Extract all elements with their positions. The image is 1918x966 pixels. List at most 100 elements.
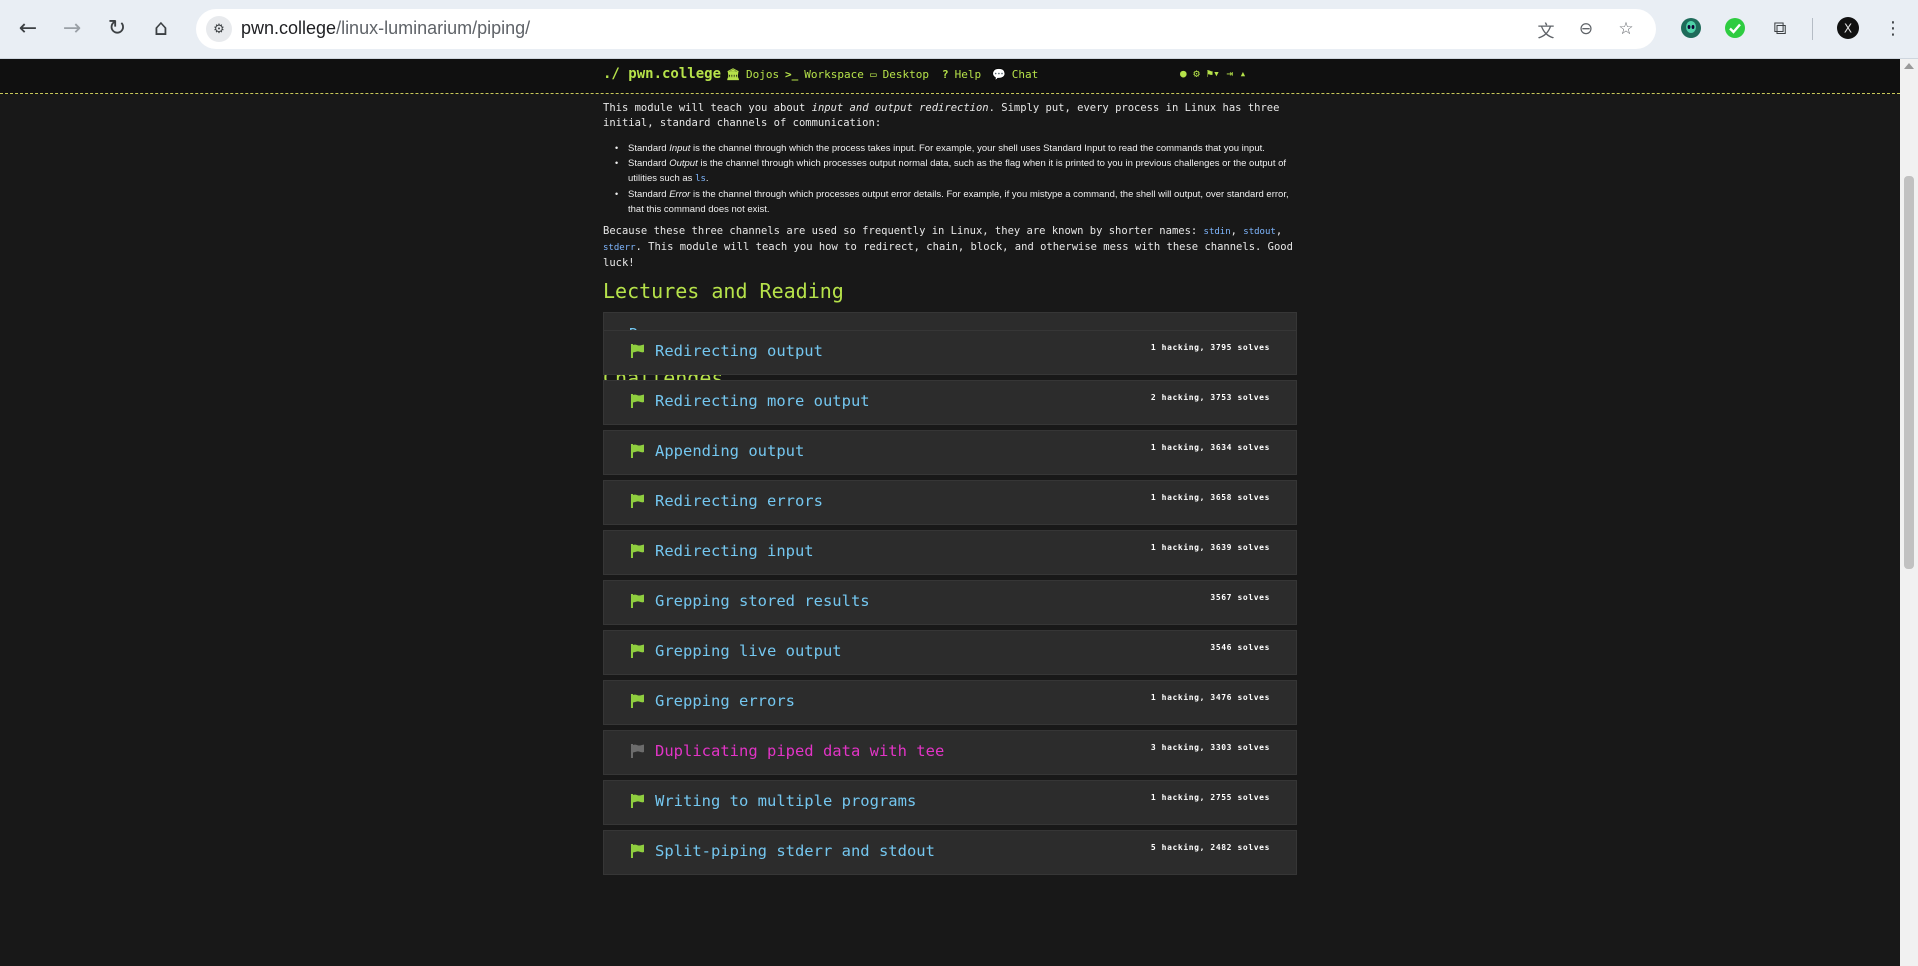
flag-icon	[631, 394, 644, 408]
list-text: is the channel through which processes o…	[628, 158, 1287, 184]
site-navbar: ./ pwn.college 🏛 Dojos >_ Workspace ▭ Deskt…	[0, 59, 1900, 94]
translate-icon[interactable]: 文	[1534, 17, 1558, 42]
help-icon: ?	[942, 68, 949, 81]
flag-icon	[631, 794, 644, 808]
flag-icon	[631, 844, 644, 858]
extension-alien-icon[interactable]	[1676, 13, 1706, 43]
list-text: Standard	[628, 158, 670, 169]
profile-avatar[interactable]: X	[1833, 13, 1863, 43]
list-emphasis: Error	[669, 189, 691, 200]
flag-icon	[631, 544, 644, 558]
separator: ,	[1275, 225, 1283, 237]
flag-icon	[631, 444, 644, 458]
extension-check-icon[interactable]	[1720, 13, 1750, 43]
nav-user-icons[interactable]: ● ⚙ ⚑▾ ⇥ ▴	[1180, 67, 1246, 80]
nav-desktop[interactable]: ▭ Desktop	[870, 68, 929, 81]
forward-icon[interactable]: →	[56, 12, 88, 44]
challenge-stats: 3546 solves	[1210, 643, 1270, 652]
inline-code: stdout	[1243, 227, 1276, 237]
nav-workspace-label: Workspace	[804, 68, 864, 81]
challenge-item[interactable]: Redirecting errors 1 hacking, 3658 solves	[603, 480, 1297, 525]
url-domain: pwn.college	[241, 18, 337, 38]
browser-toolbar: ← → ↻ ⌂ ⚙ pwn.college/linux-luminarium/p…	[0, 0, 1918, 59]
challenge-item[interactable]: Appending output 1 hacking, 3634 solves	[603, 430, 1297, 475]
challenge-item[interactable]: Grepping errors 1 hacking, 3476 solves	[603, 680, 1297, 725]
flag-icon	[631, 344, 644, 358]
challenge-title[interactable]: Duplicating piped data with tee	[655, 742, 944, 760]
list-text: .	[705, 173, 709, 184]
paragraph-text: Because these three channels are used so…	[603, 225, 1204, 237]
nav-dojos[interactable]: 🏛 Dojos	[726, 68, 779, 81]
challenge-title[interactable]: Split-piping stderr and stdout	[655, 842, 935, 860]
list-item: Standard Output is the channel through w…	[603, 156, 1293, 187]
challenge-stats: 5 hacking, 2482 solves	[1150, 843, 1270, 852]
challenge-title[interactable]: Grepping errors	[655, 692, 795, 710]
challenge-stats: 1 hacking, 3634 solves	[1150, 443, 1270, 452]
challenge-item[interactable]: Split-piping stderr and stdout 5 hacking,…	[603, 830, 1297, 875]
scrollbar[interactable]	[1900, 59, 1918, 966]
challenge-item[interactable]: Redirecting input 1 hacking, 3639 solves	[603, 530, 1297, 575]
challenge-item[interactable]: Redirecting output 1 hacking, 3795 solves	[603, 330, 1297, 375]
site-logo[interactable]: ./ pwn.college	[603, 66, 721, 82]
nav-workspace[interactable]: >_ Workspace	[785, 68, 864, 81]
menu-kebab-icon[interactable]: ⋮	[1878, 13, 1908, 43]
nav-chat[interactable]: 💬 Chat	[992, 68, 1038, 81]
svg-text:X: X	[1844, 22, 1852, 36]
challenge-stats: 1 hacking, 3795 solves	[1150, 343, 1270, 352]
challenge-item[interactable]: Grepping stored results 3567 solves	[603, 580, 1297, 625]
challenge-title[interactable]: Redirecting errors	[655, 492, 823, 510]
bookmark-star-icon[interactable]: ☆	[1614, 17, 1638, 41]
back-icon[interactable]: ←	[12, 12, 44, 44]
url-text[interactable]: pwn.college/linux-luminarium/piping/	[241, 18, 530, 39]
challenge-title[interactable]: Redirecting more output	[655, 392, 870, 410]
paragraph-text: . This module will teach you how to redi…	[603, 241, 1293, 269]
challenge-item[interactable]: Writing to multiple programs 1 hacking, 2…	[603, 780, 1297, 825]
challenge-title[interactable]: Appending output	[655, 442, 804, 460]
challenge-title[interactable]: Redirecting input	[655, 542, 814, 560]
home-icon[interactable]: ⌂	[145, 12, 177, 44]
challenge-item[interactable]: Duplicating piped data with tee 3 hacking…	[603, 730, 1297, 775]
flag-icon	[631, 644, 644, 658]
flag-icon	[631, 494, 644, 508]
challenge-item[interactable]: Redirecting more output 2 hacking, 3753 s…	[603, 380, 1297, 425]
list-emphasis: Output	[669, 158, 698, 169]
challenge-stats: 1 hacking, 3639 solves	[1150, 543, 1270, 552]
challenge-item[interactable]: Grepping live output 3546 solves	[603, 630, 1297, 675]
page-content: ./ pwn.college 🏛 Dojos >_ Workspace ▭ Deskt…	[0, 59, 1900, 966]
inline-code: stderr	[603, 243, 636, 253]
url-path: /linux-luminarium/piping/	[336, 18, 531, 38]
challenge-title[interactable]: Grepping live output	[655, 642, 842, 660]
scroll-up-arrow[interactable]	[1904, 63, 1914, 69]
scroll-thumb[interactable]	[1904, 176, 1914, 569]
desktop-icon: ▭	[870, 68, 877, 81]
challenge-stats: 2 hacking, 3753 solves	[1150, 393, 1270, 402]
nav-desktop-label: Desktop	[882, 68, 929, 81]
flag-icon	[631, 744, 644, 758]
challenge-title[interactable]: Redirecting output	[655, 342, 823, 360]
dojo-icon: 🏛	[726, 68, 740, 81]
challenge-title[interactable]: Grepping stored results	[655, 592, 870, 610]
list-text: Standard	[628, 189, 670, 200]
toolbar-divider	[1812, 18, 1813, 40]
lectures-heading: Lectures and Reading	[603, 279, 844, 303]
address-bar[interactable]: ⚙ pwn.college/linux-luminarium/piping/ 文…	[196, 9, 1656, 49]
channel-list: Standard Input is the channel through wh…	[603, 141, 1293, 217]
chat-icon: 💬	[992, 68, 1006, 81]
reload-icon[interactable]: ↻	[101, 12, 133, 44]
extensions-puzzle-icon[interactable]: ⧉	[1765, 13, 1795, 43]
intro-emphasis: input and output redirection	[811, 102, 989, 114]
module-description: This module will teach you about input a…	[603, 101, 1293, 131]
nav-help[interactable]: ? Help	[942, 68, 981, 81]
intro-text: This module will teach you about	[603, 102, 812, 114]
inline-code: ls	[695, 174, 706, 184]
zoom-icon[interactable]: ⊖	[1574, 17, 1598, 41]
flag-icon	[631, 694, 644, 708]
challenge-stats: 1 hacking, 3658 solves	[1150, 493, 1270, 502]
list-text: is the channel through which processes o…	[628, 189, 1289, 215]
nav-chat-label: Chat	[1011, 68, 1039, 81]
list-emphasis: Input	[669, 143, 691, 154]
challenge-stats: 3567 solves	[1210, 593, 1270, 602]
challenge-stats: 1 hacking, 3476 solves	[1150, 693, 1270, 702]
site-settings-icon[interactable]: ⚙	[206, 16, 232, 42]
challenge-title[interactable]: Writing to multiple programs	[655, 792, 916, 810]
